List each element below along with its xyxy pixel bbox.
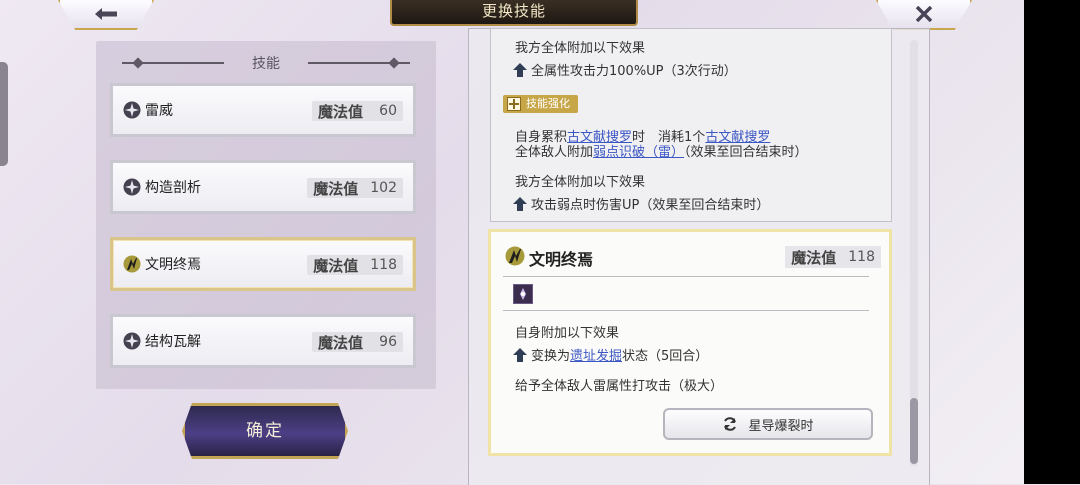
mp-label: 魔法值 <box>313 256 359 275</box>
mp-value: 118 <box>370 257 397 273</box>
skill-card-4[interactable]: 结构瓦解 魔法值 96 <box>110 314 416 368</box>
effect-line: 攻击弱点时伤害UP（效果至回合结束时） <box>513 194 769 213</box>
effect-text: 给予全体敌人雷属性打攻击（极大） <box>515 379 724 394</box>
effect-text: 变换为 <box>531 349 571 364</box>
effect-text: 攻击弱点时伤害UP（效果至回合结束时） <box>531 198 770 213</box>
lightning-skill-icon <box>505 246 525 266</box>
close-x-icon <box>915 6 933 22</box>
skill-name: 文明终焉 <box>145 257 201 273</box>
up-arrow-icon <box>513 348 527 362</box>
refresh-icon <box>724 417 737 431</box>
divider <box>503 310 869 311</box>
badge-label: 技能强化 <box>526 97 570 110</box>
up-arrow-icon <box>513 63 527 77</box>
status-link[interactable]: 遗址发掘 <box>570 349 622 364</box>
up-arrow-icon <box>513 197 527 211</box>
trigger-timing-button[interactable]: 星导爆裂时 <box>663 408 873 440</box>
mp-value: 60 <box>379 103 397 119</box>
mp-value: 118 <box>848 249 875 265</box>
screen-title: 更换技能 <box>390 0 638 26</box>
skill-list-header: 技能 <box>96 53 436 73</box>
effect-text: 我方全体附加以下效果 <box>515 41 646 56</box>
skill-card-3[interactable]: 文明终焉 魔法值 118 <box>110 237 416 291</box>
effect-line: 变换为遗址发掘状态（5回合） <box>513 345 708 364</box>
divider <box>503 276 869 277</box>
effect-text: 自身附加以下效果 <box>515 326 620 341</box>
mp-label: 魔法值 <box>791 248 837 267</box>
state-emblem-icon <box>520 288 526 300</box>
back-button[interactable] <box>58 0 154 30</box>
mp-cost: 魔法值 60 <box>311 101 403 121</box>
skill-detail-card-previous: 我方全体附加以下效果 全属性攻击力100%UP（3次行动） 技能强化 自身累积古… <box>490 28 892 222</box>
mp-value: 96 <box>379 334 397 350</box>
skill-card-1[interactable]: 雷威 魔法值 60 <box>110 83 416 137</box>
mp-cost: 魔法值 96 <box>311 332 403 352</box>
screen-edge-strip <box>1024 0 1080 484</box>
effect-text: 我方全体附加以下效果 <box>515 175 646 190</box>
thunder-skill-icon <box>123 178 141 196</box>
effect-line: 全体敌人附加弱点识破（雷）（效果至回合结束时） <box>515 141 808 160</box>
mp-label: 魔法值 <box>313 179 359 198</box>
side-handle[interactable] <box>0 62 8 166</box>
effect-text: 全属性攻击力100%UP（3次行动） <box>531 64 737 79</box>
thunder-skill-icon <box>123 101 141 119</box>
back-arrow-icon <box>95 8 117 20</box>
close-button[interactable] <box>876 0 972 30</box>
effect-text: 状态（5回合） <box>622 349 709 364</box>
skill-detail-card-selected: 文明终焉 魔法值 118 自身附加以下效果 变换为遗址发掘状态（5回合） 给予全… <box>488 229 892 456</box>
scrollbar-thumb[interactable] <box>910 398 918 464</box>
mp-cost: 魔法值 118 <box>307 255 403 275</box>
plus-icon <box>507 97 521 111</box>
skill-name: 结构瓦解 <box>145 334 201 350</box>
confirm-button[interactable]: 确定 <box>182 403 348 459</box>
trigger-timing-label: 星导爆裂时 <box>748 418 814 434</box>
thunder-skill-icon <box>123 332 141 350</box>
skill-card-2[interactable]: 构造剖析 魔法值 102 <box>110 160 416 214</box>
effect-line: 全属性攻击力100%UP（3次行动） <box>513 60 737 79</box>
effect-text: 全体敌人附加 <box>515 145 594 160</box>
status-link[interactable]: 弱点识破（雷） <box>593 145 684 160</box>
mp-cost: 魔法值 102 <box>307 178 403 198</box>
lightning-skill-icon <box>123 255 141 273</box>
mp-label: 魔法值 <box>317 333 363 352</box>
mp-value: 102 <box>370 180 397 196</box>
skill-name: 构造剖析 <box>145 180 201 196</box>
skill-list-panel: 技能 雷威 魔法值 60 构造剖析 魔法值 102 文明终焉 魔法值 118 结… <box>96 41 436 389</box>
skill-name: 雷威 <box>145 103 173 119</box>
mp-cost: 魔法值 118 <box>785 246 881 268</box>
selected-skill-name: 文明终焉 <box>529 250 594 269</box>
effect-text: （效果至回合结束时） <box>684 145 808 160</box>
mp-label: 魔法值 <box>317 102 363 121</box>
skill-enhance-badge: 技能强化 <box>503 95 578 113</box>
effect-state-icon[interactable] <box>513 284 533 304</box>
